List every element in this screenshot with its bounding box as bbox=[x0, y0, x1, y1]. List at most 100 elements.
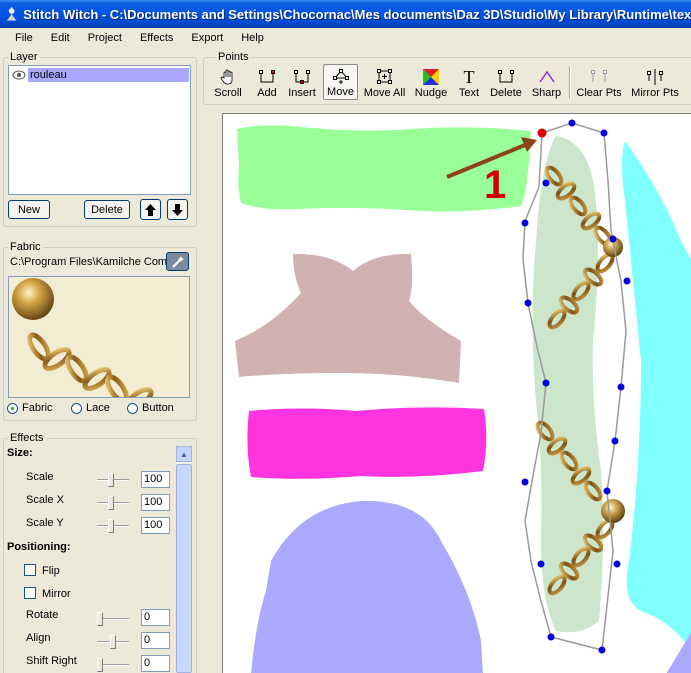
magenta-piece[interactable] bbox=[247, 407, 487, 479]
tool-clear-pts[interactable]: Clear Pts bbox=[575, 64, 623, 100]
menu-file[interactable]: File bbox=[6, 32, 42, 44]
shift-right-input[interactable]: 0 bbox=[141, 655, 170, 672]
tool-sharp[interactable]: Sharp bbox=[530, 64, 563, 100]
tool-delete[interactable]: Delete bbox=[489, 64, 523, 100]
text-icon: T bbox=[463, 67, 475, 87]
scale-y-input[interactable]: 100 bbox=[141, 517, 170, 534]
delete-layer-button[interactable]: Delete bbox=[84, 200, 130, 219]
scale-slider[interactable] bbox=[97, 473, 129, 487]
fabric-preview bbox=[8, 276, 190, 398]
selected-point[interactable] bbox=[537, 128, 547, 138]
clear-points-icon bbox=[591, 70, 607, 82]
button-radio[interactable]: Button bbox=[127, 402, 174, 414]
menu-effects[interactable]: Effects bbox=[131, 32, 182, 44]
flip-checkbox[interactable] bbox=[24, 564, 36, 576]
tool-move-label: Move bbox=[327, 86, 354, 98]
fabric-radio-label: Fabric bbox=[22, 402, 53, 414]
tool-insert-label: Insert bbox=[288, 87, 316, 99]
move-layer-up-button[interactable] bbox=[140, 199, 161, 220]
tool-scroll-label: Scroll bbox=[214, 87, 242, 99]
scale-x-label: Scale X bbox=[26, 494, 64, 506]
tool-nudge[interactable]: Nudge bbox=[413, 64, 449, 100]
mirror-points-icon bbox=[647, 69, 663, 85]
tool-add[interactable]: Add bbox=[254, 64, 280, 100]
tool-scroll[interactable]: Scroll bbox=[212, 64, 244, 100]
tool-move-all-label: Move All bbox=[363, 87, 406, 99]
sharp-icon bbox=[538, 70, 555, 83]
pattern-canvas[interactable] bbox=[222, 113, 691, 673]
layer-group-title: Layer bbox=[8, 51, 40, 63]
button-radio-label: Button bbox=[142, 402, 174, 414]
tool-insert[interactable]: Insert bbox=[285, 64, 319, 100]
rose-piece[interactable] bbox=[235, 253, 461, 383]
tool-clear-pts-label: Clear Pts bbox=[576, 87, 622, 99]
scroll-up-icon[interactable]: ▲ bbox=[176, 446, 192, 462]
app-icon bbox=[6, 7, 17, 21]
scrollbar-thumb[interactable] bbox=[176, 464, 192, 673]
window-title: Stitch Witch - C:\Documents and Settings… bbox=[23, 6, 691, 22]
scale-y-label: Scale Y bbox=[26, 517, 64, 529]
size-heading: Size: bbox=[7, 447, 33, 459]
cyan-piece[interactable] bbox=[622, 141, 691, 651]
layer-name[interactable]: rouleau bbox=[28, 68, 189, 82]
tool-text-label: Text bbox=[458, 87, 480, 99]
nudge-icon bbox=[423, 69, 439, 85]
move-layer-down-button[interactable] bbox=[167, 199, 188, 220]
rotate-slider[interactable] bbox=[97, 612, 129, 626]
arrow-up-icon bbox=[145, 203, 156, 216]
move-icon bbox=[332, 69, 349, 84]
layer-list[interactable]: rouleau bbox=[8, 65, 191, 195]
scale-x-slider[interactable] bbox=[97, 496, 129, 510]
tool-mirror-pts-label: Mirror Pts bbox=[631, 87, 679, 99]
rotate-input[interactable]: 0 bbox=[141, 609, 170, 626]
shift-right-label: Shift Right bbox=[26, 655, 77, 667]
annotation-number: 1 bbox=[484, 163, 507, 207]
effects-scrollbar[interactable]: ▲ bbox=[176, 446, 192, 673]
pattern-drawing[interactable] bbox=[223, 114, 691, 673]
toolbar-separator bbox=[569, 66, 571, 98]
fabric-radio[interactable]: Fabric bbox=[7, 402, 53, 414]
scale-input[interactable]: 100 bbox=[141, 471, 170, 488]
tool-add-label: Add bbox=[257, 87, 277, 99]
flip-label: Flip bbox=[42, 565, 60, 577]
fabric-radio-button[interactable] bbox=[7, 402, 18, 414]
chain-texture-image bbox=[12, 278, 154, 397]
lavender-piece[interactable] bbox=[251, 500, 483, 673]
menu-export[interactable]: Export bbox=[182, 32, 232, 44]
mirror-checkbox[interactable] bbox=[24, 587, 36, 599]
shift-right-slider[interactable] bbox=[97, 658, 129, 672]
eye-icon[interactable] bbox=[10, 68, 28, 82]
rotate-label: Rotate bbox=[26, 609, 59, 621]
title-bar: Stitch Witch - C:\Documents and Settings… bbox=[0, 0, 691, 28]
tool-sharp-label: Sharp bbox=[531, 87, 562, 99]
new-layer-button[interactable]: New bbox=[8, 200, 50, 219]
browse-fabric-button[interactable] bbox=[166, 252, 189, 271]
wand-icon bbox=[171, 255, 184, 268]
menu-project[interactable]: Project bbox=[79, 32, 131, 44]
tool-mirror-pts[interactable]: Mirror Pts bbox=[629, 64, 681, 100]
fabric-group-title: Fabric bbox=[8, 241, 43, 253]
delete-point-icon bbox=[498, 70, 514, 83]
lace-radio-button[interactable] bbox=[71, 402, 82, 414]
align-label: Align bbox=[26, 632, 51, 644]
tool-move-all[interactable]: Move All bbox=[362, 64, 407, 100]
lace-radio-label: Lace bbox=[86, 402, 110, 414]
scale-x-input[interactable]: 100 bbox=[141, 494, 170, 511]
chain-bead bbox=[601, 499, 625, 523]
button-radio-button[interactable] bbox=[127, 402, 138, 414]
tool-move[interactable]: Move bbox=[323, 64, 358, 100]
scale-y-slider[interactable] bbox=[97, 519, 129, 533]
scale-label: Scale bbox=[26, 471, 54, 483]
lace-radio[interactable]: Lace bbox=[71, 402, 110, 414]
menu-help[interactable]: Help bbox=[232, 32, 273, 44]
effects-group-title: Effects bbox=[8, 432, 46, 444]
align-input[interactable]: 0 bbox=[141, 632, 170, 649]
insert-point-icon bbox=[294, 70, 310, 84]
menu-bar: File Edit Project Effects Export Help bbox=[0, 28, 691, 48]
menu-edit[interactable]: Edit bbox=[42, 32, 79, 44]
hand-icon bbox=[220, 69, 233, 85]
layer-row[interactable]: rouleau bbox=[10, 67, 189, 83]
fabric-path: C:\Program Files\Kamilche Company bbox=[10, 256, 178, 268]
tool-text[interactable]: T Text bbox=[456, 64, 482, 100]
align-slider[interactable] bbox=[97, 635, 129, 649]
